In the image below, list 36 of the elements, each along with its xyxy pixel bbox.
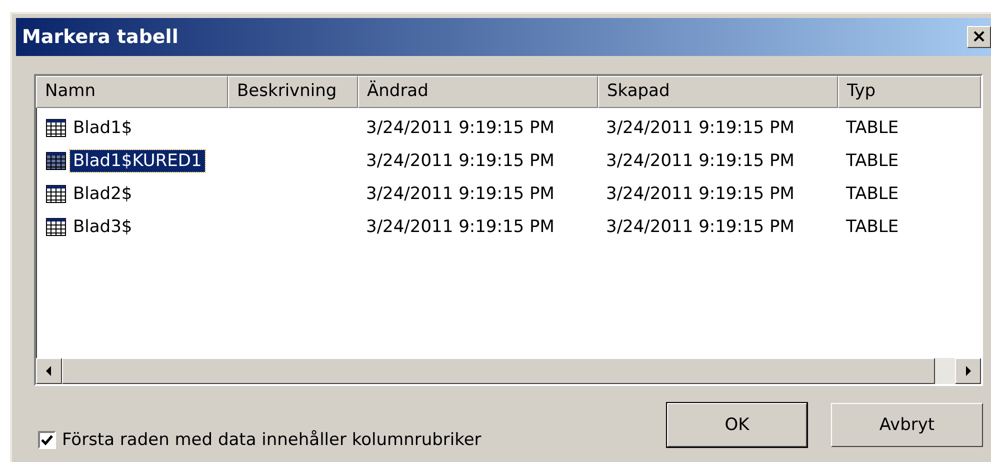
table-cell-text: 3/24/2011 9:19:15 PM xyxy=(605,184,796,204)
column-header[interactable]: Namn xyxy=(36,76,228,108)
column-header[interactable]: Skapad xyxy=(598,76,838,108)
table-cell-text: 3/24/2011 9:19:15 PM xyxy=(605,216,796,236)
table-cell-text: 3/24/2011 9:19:15 PM xyxy=(365,184,556,204)
column-header[interactable]: Typ xyxy=(838,76,981,108)
table-icon xyxy=(46,184,66,202)
table-cell-text: 3/24/2011 9:19:15 PM xyxy=(605,150,796,170)
table-cell-text: 3/24/2011 9:19:15 PM xyxy=(365,150,556,170)
checkbox[interactable] xyxy=(38,431,56,449)
table-cell-text: TABLE xyxy=(845,216,900,236)
table-cell-text: TABLE xyxy=(845,150,900,170)
window-title: Markera tabell xyxy=(22,26,178,48)
checkbox-label: Första raden med data innehåller kolumnrubriker xyxy=(62,430,482,450)
close-button[interactable]: × xyxy=(967,26,991,48)
column-header[interactable]: Beskrivning xyxy=(228,76,358,108)
left-arrow-icon xyxy=(45,366,53,376)
scroll-thumb[interactable] xyxy=(62,358,935,384)
table-cell-text: TABLE xyxy=(845,118,900,138)
table-icon xyxy=(46,218,66,236)
scroll-right-button[interactable] xyxy=(955,358,981,384)
table-name[interactable]: Blad1$KURED1 xyxy=(70,150,205,172)
table-name[interactable]: Blad1$ xyxy=(70,116,136,138)
table-cell-text: TABLE xyxy=(845,184,900,204)
table-cell-text: 3/24/2011 9:19:15 PM xyxy=(365,216,556,236)
right-arrow-icon xyxy=(964,366,972,376)
table-name[interactable]: Blad2$ xyxy=(70,182,136,204)
scroll-left-button[interactable] xyxy=(36,358,62,384)
ok-button[interactable]: OK xyxy=(667,403,807,447)
table-cell-text: 3/24/2011 9:19:15 PM xyxy=(365,118,556,138)
table-cell-text: 3/24/2011 9:19:15 PM xyxy=(605,118,796,138)
table-icon xyxy=(46,118,66,136)
table-icon xyxy=(46,152,66,170)
column-header[interactable]: Ändrad xyxy=(358,76,598,108)
table-name[interactable]: Blad3$ xyxy=(70,216,136,238)
cancel-button[interactable]: Avbryt xyxy=(831,403,983,447)
